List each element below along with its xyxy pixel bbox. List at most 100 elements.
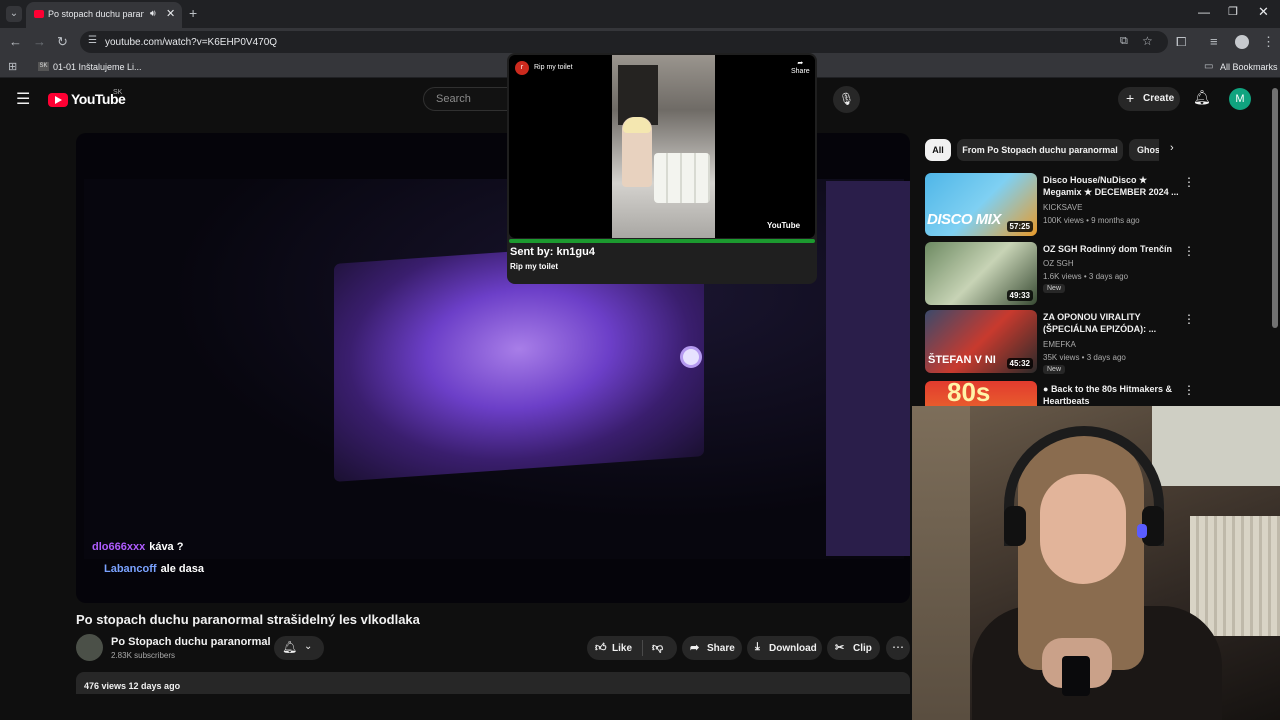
play-icon	[55, 96, 62, 104]
channel-name[interactable]: Po Stopach duchu paranormal	[111, 636, 271, 648]
address-bar[interactable]: ☰ youtube.com/watch?v=K6EHP0V470Q ⧉ ☆	[80, 31, 1168, 53]
plus-icon: +	[1126, 90, 1135, 106]
chat-username: Labancoff	[104, 563, 157, 575]
subscriber-count: 2.83K subscribers	[111, 651, 176, 660]
headset-ear-left	[1004, 506, 1026, 546]
kebab-icon[interactable]: ⋮	[1183, 244, 1195, 258]
views-and-date: 476 views 12 days ago	[84, 681, 181, 691]
download-button[interactable]: ⤓ Download	[747, 636, 822, 660]
recommendation-meta: 1.6K views • 3 days ago	[1043, 272, 1129, 281]
recommendation-title[interactable]: Disco House/NuDisco ★ Megamix ★ DECEMBER…	[1043, 174, 1181, 198]
recommendation-title[interactable]: ZA OPONOU VIRALITY (ŠPECIÁLNA EPIZÓDA): …	[1043, 311, 1181, 335]
chip-all[interactable]: All	[925, 139, 951, 161]
bell-icon: 🔔︎	[282, 640, 298, 654]
avatar[interactable]: M	[1229, 88, 1251, 110]
tab-list-icon[interactable]: ⌄	[6, 6, 22, 22]
browser-toolbar: ← → ↻ ☰ youtube.com/watch?v=K6EHP0V470Q …	[0, 28, 1280, 56]
recommendation-item[interactable]: DISCO MIX 57:25 Disco House/NuDisco ★ Me…	[925, 173, 1270, 239]
install-icon[interactable]: ⧉	[1120, 35, 1128, 48]
clip-label: Clip	[853, 643, 872, 654]
site-info-icon[interactable]: ☰	[88, 35, 97, 46]
profile-icon[interactable]	[1235, 35, 1249, 49]
mic-icon[interactable]: 🎙︎	[833, 86, 860, 113]
recommendation-title[interactable]: ● Back to the 80s Hitmakers & Heartbeats	[1043, 383, 1181, 407]
description-box[interactable]: 476 views 12 days ago	[76, 672, 910, 694]
create-button[interactable]: + Create	[1118, 87, 1180, 111]
chevron-right-icon[interactable]: ›	[1170, 142, 1174, 154]
forward-icon[interactable]: →	[33, 34, 46, 49]
restore-icon[interactable]: ❐	[1228, 5, 1238, 18]
chat-username: dlo666xxx	[92, 541, 146, 553]
star-icon[interactable]: ☆	[1142, 34, 1153, 48]
video-thumbnail[interactable]: 80s	[925, 381, 1037, 407]
apps-icon[interactable]: ⊞	[8, 60, 17, 73]
channel-avatar[interactable]	[76, 634, 103, 661]
kebab-icon[interactable]: ⋮	[1262, 34, 1275, 50]
bell-icon[interactable]: 🔔︎	[1193, 89, 1211, 106]
recommendation-meta: 35K views • 3 days ago	[1043, 353, 1126, 362]
more-actions-button[interactable]: ⋯	[886, 636, 910, 660]
new-badge: New	[1043, 284, 1066, 293]
alert-message: Rip my toilet	[510, 262, 559, 271]
country-code: SK	[113, 89, 123, 96]
share-icon[interactable]: ➦ Share	[791, 60, 810, 76]
download-label: Download	[769, 643, 817, 654]
like-button[interactable]: 👍︎ Like 👎︎	[587, 636, 677, 660]
bookmark-item[interactable]: 01-01 Inštalujeme Li...	[53, 62, 142, 72]
page-scrollbar[interactable]	[1272, 88, 1278, 328]
chevron-down-icon: ⌄	[304, 641, 313, 652]
clip-button[interactable]: ✂ Clip	[827, 636, 880, 660]
stream-alert: r Rip my toilet ➦ Share YouTube Sent by: …	[507, 53, 817, 284]
menu-icon[interactable]: ☰	[16, 89, 30, 109]
dislike-icon[interactable]: 👎︎	[652, 641, 663, 654]
kebab-icon[interactable]: ⋮	[1183, 175, 1195, 189]
chip-ghost[interactable]: Ghos	[1129, 139, 1159, 161]
audio-icon[interactable]: 🔊︎	[150, 8, 156, 19]
browser-tab-active[interactable]: Po stopach duchu paranormal 🔊︎ ✕	[26, 2, 182, 28]
new-tab-icon[interactable]: +	[189, 5, 197, 21]
video-thumbnail[interactable]: ŠTEFAN V NI 45:32	[925, 310, 1037, 373]
window-close-icon[interactable]: ✕	[1258, 4, 1269, 20]
alert-video[interactable]: r Rip my toilet ➦ Share YouTube	[509, 55, 815, 238]
share-button[interactable]: ➦ Share	[682, 636, 742, 660]
reload-icon[interactable]: ↻	[57, 34, 68, 50]
new-badge: New	[1043, 365, 1066, 374]
all-bookmarks[interactable]: All Bookmarks	[1220, 62, 1278, 72]
notification-bell-button[interactable]: 🔔︎ ⌄	[274, 636, 324, 660]
video-thumbnail[interactable]: 49:33	[925, 242, 1037, 305]
kebab-icon[interactable]: ⋮	[1183, 383, 1195, 397]
recommendation-channel[interactable]: OZ SGH	[1043, 259, 1074, 268]
video-purple-edge	[826, 181, 910, 556]
webcam-door	[912, 406, 970, 720]
chip-from-channel[interactable]: From Po Stopach duchu paranormal	[957, 139, 1123, 161]
recommendation-item[interactable]: 49:33 OZ SGH Rodinný dom Trenčín OZ SGH …	[925, 242, 1270, 308]
bookmark-favicon-icon: SK	[38, 62, 49, 71]
youtube-logo-icon[interactable]	[48, 93, 68, 107]
recommendation-item[interactable]: ŠTEFAN V NI 45:32 ZA OPONOU VIRALITY (ŠP…	[925, 310, 1270, 376]
back-icon[interactable]: ←	[9, 34, 22, 49]
close-icon[interactable]: ✕	[166, 7, 175, 20]
share-label: Share	[707, 643, 735, 654]
recommendation-channel[interactable]: EMEFKA	[1043, 340, 1076, 349]
chat-message: dlo666xxx káva ?	[92, 541, 183, 553]
divider	[642, 640, 643, 656]
webcam-radiator	[1190, 516, 1280, 636]
headset-light	[1137, 524, 1147, 538]
url-text[interactable]: youtube.com/watch?v=K6EHP0V470Q	[105, 37, 277, 48]
thumbnail-text: ŠTEFAN V NI	[928, 354, 996, 366]
alert-share-label: Share	[791, 68, 810, 75]
kebab-icon[interactable]: ⋮	[1183, 312, 1195, 326]
globe-icon: ●	[1043, 384, 1051, 394]
like-icon: 👍︎	[595, 642, 607, 654]
recommendation-item[interactable]: 80s ● Back to the 80s Hitmakers & Heartb…	[925, 381, 1270, 407]
recommendation-title[interactable]: OZ SGH Rodinný dom Trenčín	[1043, 243, 1181, 255]
browser-tab-strip: ⌄ Po stopach duchu paranormal 🔊︎ ✕ + — ❐…	[0, 0, 1280, 28]
extensions-icon[interactable]: ⧠	[1176, 34, 1186, 50]
folder-icon[interactable]: ▭	[1204, 61, 1213, 72]
video-thumbnail[interactable]: DISCO MIX 57:25	[925, 173, 1037, 236]
recommendation-channel[interactable]: KICKSAVE	[1043, 203, 1082, 212]
alert-sender: Sent by: kn1gu4	[510, 246, 595, 258]
minimize-icon[interactable]: —	[1198, 5, 1210, 19]
media-icon[interactable]: ≡	[1210, 34, 1218, 49]
download-icon: ⤓	[755, 641, 760, 653]
